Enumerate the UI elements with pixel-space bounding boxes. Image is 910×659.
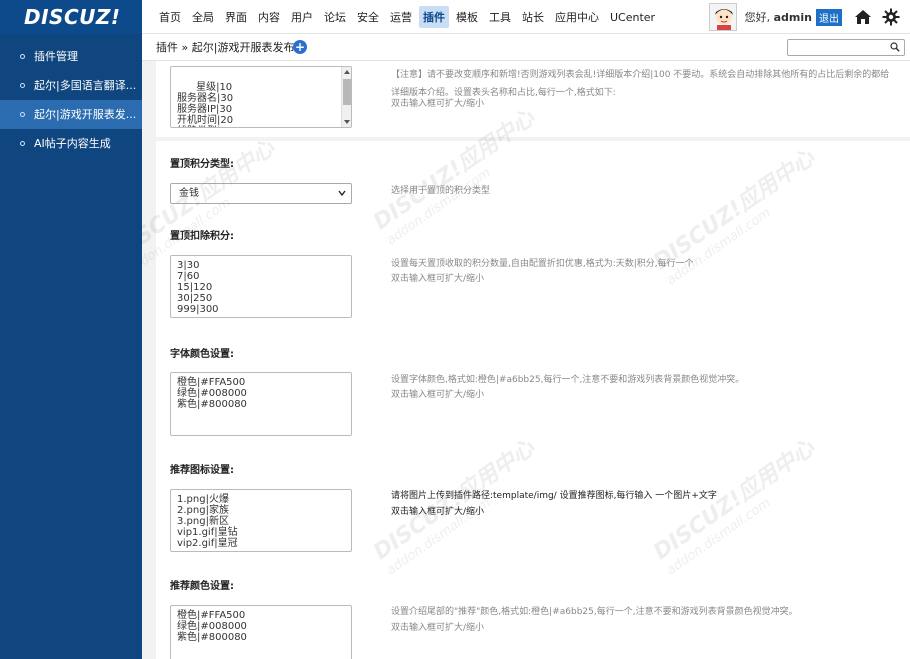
nav-item-global[interactable]: 全局	[188, 6, 218, 28]
nav-item-template[interactable]: 模板	[452, 6, 482, 28]
textarea-scrollbar[interactable]	[341, 67, 351, 127]
recommend-color-textarea[interactable]: 橙色|#FFA500 绿色|#008000 紫色|#800080	[170, 605, 352, 659]
sidebar-item-plugin-manage[interactable]: 插件管理	[0, 42, 142, 71]
recommend-color-hint: 双击输入框可扩大/缩小	[391, 623, 485, 633]
search-input[interactable]	[787, 39, 905, 56]
recommend-color-label: 推荐颜色设置:	[170, 581, 234, 592]
recommend-color-panel: 推荐颜色设置: 橙色|#FFA500 绿色|#008000 紫色|#800080…	[156, 561, 910, 659]
breadcrumb-separator: »	[181, 41, 189, 54]
top-bar: DISCUZ! 首页 全局 界面 内容 用户 论坛 安全 运营 插件 模板 工具…	[0, 0, 910, 34]
recommend-icon-label: 推荐图标设置:	[170, 465, 234, 476]
search-icon[interactable]	[890, 42, 900, 52]
nav-item-safe[interactable]: 安全	[353, 6, 383, 28]
home-icon[interactable]	[854, 8, 872, 26]
recommend-icon-value: 1.png|火爆 2.png|家族 3.png|新区 vip1.gif|皇钻 v…	[177, 494, 238, 549]
sidebar-item-ai-post[interactable]: AI帖子内容生成	[0, 129, 142, 158]
sidebar: 插件管理 起尔|多国语言翻译... 起尔|游戏开服表发... AI帖子内容生成	[0, 34, 142, 659]
add-shortcut-button[interactable]: +	[293, 40, 307, 54]
deduct-points-hint: 双击输入框可扩大/缩小	[391, 274, 485, 284]
sidebar-item-label: 插件管理	[34, 50, 78, 63]
bullet-icon	[20, 82, 25, 88]
bullet-icon	[20, 111, 25, 117]
header-config-value: 星级|10 服务器名|30 服务器IP|30 开机时间|20 线路类型|30 游…	[177, 82, 234, 127]
font-color-hint: 双击输入框可扩大/缩小	[391, 390, 485, 400]
nav-item-ucenter[interactable]: UCenter	[606, 8, 659, 27]
gear-icon[interactable]	[882, 8, 900, 26]
recommend-icon-panel: 推荐图标设置: 1.png|火爆 2.png|家族 3.png|新区 vip1.…	[156, 445, 910, 561]
nav-item-content[interactable]: 内容	[254, 6, 284, 28]
font-color-label: 字体颜色设置:	[170, 349, 234, 360]
greeting-text: 您好, admin	[745, 9, 812, 25]
nav-item-forum[interactable]: 论坛	[320, 6, 350, 28]
recommend-icon-textarea[interactable]: 1.png|火爆 2.png|家族 3.png|新区 vip1.gif|皇钻 v…	[170, 489, 352, 552]
points-type-select[interactable]: 金钱	[170, 183, 352, 204]
font-color-textarea[interactable]: 橙色|#FFA500 绿色|#008000 紫色|#800080	[170, 372, 352, 436]
deduct-points-textarea[interactable]: 3|30 7|60 15|120 30|250 999|300	[170, 255, 352, 318]
top-nav: 首页 全局 界面 内容 用户 论坛 安全 运营 插件 模板 工具 站长 应用中心…	[155, 0, 662, 34]
avatar[interactable]	[708, 3, 737, 31]
breadcrumb: 插件 » 起尔|游戏开服表发布站	[156, 34, 305, 61]
avatar-icon	[709, 4, 736, 30]
deduct-points-value: 3|30 7|60 15|120 30|250 999|300	[177, 260, 219, 315]
header-config-panel: 星级|10 服务器名|30 服务器IP|30 开机时间|20 线路类型|30 游…	[156, 61, 910, 137]
recommend-icon-hint: 双击输入框可扩大/缩小	[391, 507, 485, 517]
points-type-panel: 置顶积分类型: 金钱 选择用于置顶的积分类型	[156, 141, 910, 217]
points-type-label: 置顶积分类型:	[170, 159, 234, 170]
sidebar-item-label: 起尔|多国语言翻译...	[34, 79, 137, 92]
user-box: 您好, admin 退出	[708, 0, 910, 34]
deduct-points-label: 置顶扣除积分:	[170, 231, 234, 242]
header-config-hint: 双击输入框可扩大/缩小	[391, 99, 485, 109]
scroll-down-icon[interactable]	[344, 120, 350, 124]
nav-item-home[interactable]: 首页	[155, 6, 185, 28]
scroll-thumb[interactable]	[343, 79, 351, 105]
nav-item-tools[interactable]: 工具	[485, 6, 515, 28]
nav-item-user[interactable]: 用户	[287, 6, 317, 28]
recommend-color-value: 橙色|#FFA500 绿色|#008000 紫色|#800080	[177, 610, 247, 643]
discuz-logo[interactable]: DISCUZ!	[0, 0, 142, 34]
nav-item-style[interactable]: 界面	[221, 6, 251, 28]
nav-item-plugin[interactable]: 插件	[419, 6, 449, 28]
font-color-value: 橙色|#FFA500 绿色|#008000 紫色|#800080	[177, 377, 247, 410]
username: admin	[773, 11, 812, 24]
sidebar-item-translate[interactable]: 起尔|多国语言翻译...	[0, 71, 142, 100]
chevron-down-icon	[338, 190, 346, 197]
nav-item-founder[interactable]: 站长	[518, 6, 548, 28]
main-content: 星级|10 服务器名|30 服务器IP|30 开机时间|20 线路类型|30 游…	[142, 61, 910, 659]
sidebar-item-label: AI帖子内容生成	[34, 137, 111, 150]
nav-item-operation[interactable]: 运营	[386, 6, 416, 28]
scroll-up-icon[interactable]	[344, 70, 350, 74]
breadcrumb-current: 起尔|游戏开服表发布站	[191, 41, 306, 54]
font-color-panel: 字体颜色设置: 橙色|#FFA500 绿色|#008000 紫色|#800080…	[156, 329, 910, 445]
nav-item-appcenter[interactable]: 应用中心	[551, 6, 603, 28]
sidebar-item-game-server[interactable]: 起尔|游戏开服表发...	[0, 100, 142, 129]
header-config-textarea[interactable]: 星级|10 服务器名|30 服务器IP|30 开机时间|20 线路类型|30 游…	[170, 66, 352, 128]
points-type-desc: 选择用于置顶的积分类型	[391, 186, 491, 196]
deduct-points-panel: 置顶扣除积分: 3|30 7|60 15|120 30|250 999|300 …	[156, 217, 910, 329]
breadcrumb-root[interactable]: 插件	[156, 41, 178, 54]
greeting-label: 您好,	[744, 11, 771, 24]
points-type-value: 金钱	[179, 188, 199, 199]
logout-button[interactable]: 退出	[816, 8, 842, 26]
bullet-icon	[20, 140, 25, 146]
sidebar-item-label: 起尔|游戏开服表发...	[34, 108, 137, 121]
breadcrumb-bar: 插件 » 起尔|游戏开服表发布站 +	[142, 34, 910, 61]
bullet-icon	[20, 53, 25, 59]
